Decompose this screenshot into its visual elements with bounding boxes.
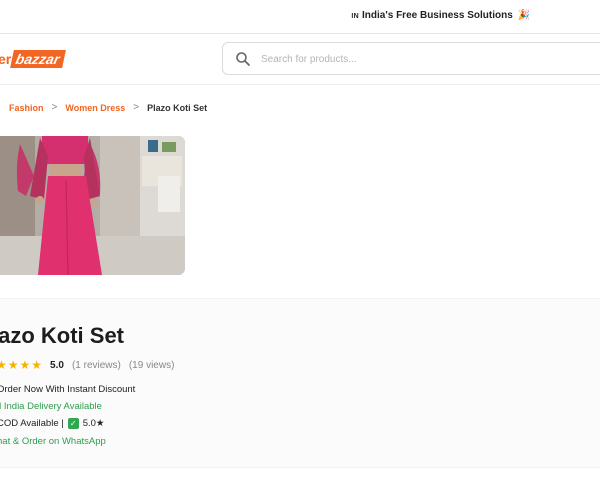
india-flag-icon: IN xyxy=(351,13,360,20)
delivery-text: ll India Delivery Available xyxy=(0,401,102,412)
promo-banner: IN India's Free Business Solutions 🎉 xyxy=(351,10,530,21)
chevron-right-icon: > xyxy=(133,102,140,113)
check-icon: ✓ xyxy=(67,418,79,429)
breadcrumb: Fashion > Women Dress > Plazo Koti Set xyxy=(9,102,207,113)
offer-text: Order Now With Instant Discount xyxy=(0,384,136,395)
rating-score: 5.0 xyxy=(50,359,64,371)
product-title: lazo Koti Set xyxy=(0,323,125,348)
promo-text: India's Free Business Solutions xyxy=(362,10,513,21)
breadcrumb-women-dress[interactable]: Women Dress xyxy=(65,103,125,113)
cod-text: COD Available | xyxy=(0,418,64,429)
cod-info: COD Available | ✓ 5.0★ xyxy=(0,418,104,429)
logo-text-prefix: er xyxy=(0,51,12,67)
search-icon xyxy=(236,52,250,66)
logo-text-badge: bazzar xyxy=(10,50,66,68)
cod-score: 5.0★ xyxy=(82,418,105,429)
star-rating-icon: ★★★★ xyxy=(0,358,44,372)
breadcrumb-current: Plazo Koti Set xyxy=(147,102,208,113)
site-header: er bazzar xyxy=(0,35,600,85)
top-announcement-bar: IN India's Free Business Solutions 🎉 xyxy=(0,0,600,34)
breadcrumb-fashion[interactable]: Fashion xyxy=(9,103,44,113)
review-count[interactable]: (1 reviews) xyxy=(72,360,121,371)
site-logo[interactable]: er bazzar xyxy=(0,49,66,69)
view-count: (19 views) xyxy=(128,359,175,371)
search-bar[interactable] xyxy=(222,42,600,75)
chevron-right-icon: > xyxy=(51,102,58,113)
product-rating: ★★★★ 5.0 (1 reviews) (19 views) xyxy=(0,358,174,372)
search-input[interactable] xyxy=(261,49,591,69)
whatsapp-order-link[interactable]: hat & Order on WhatsApp xyxy=(0,436,106,447)
party-popper-icon: 🎉 xyxy=(517,10,530,21)
product-image[interactable] xyxy=(0,136,185,275)
product-photo-illustration xyxy=(0,136,185,275)
